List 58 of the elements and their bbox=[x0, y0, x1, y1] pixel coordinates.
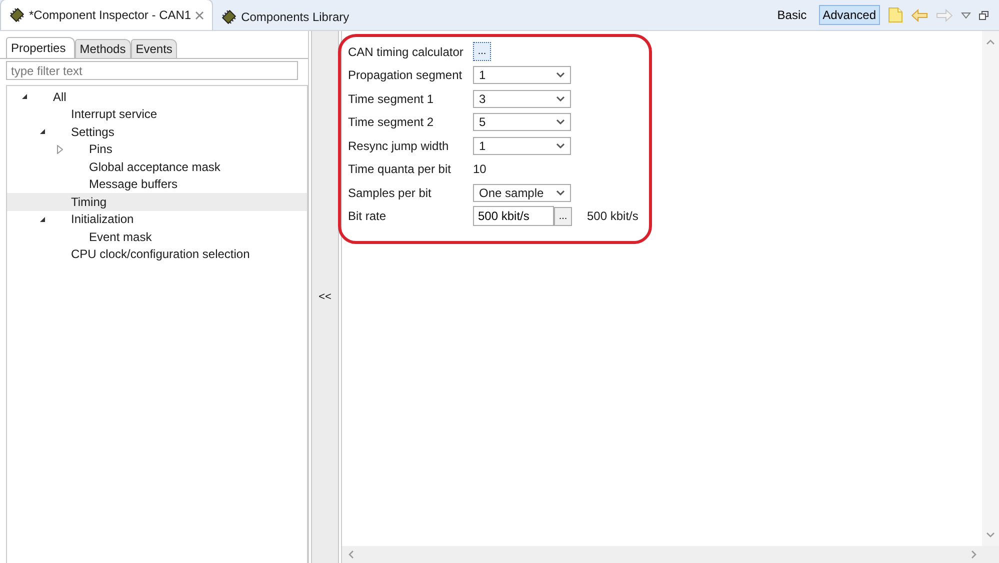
expanded-icon[interactable] bbox=[21, 93, 28, 100]
dropdown[interactable]: 3 bbox=[473, 90, 571, 108]
view-menu-icon[interactable] bbox=[961, 12, 971, 18]
view-mode-button[interactable]: Basic bbox=[773, 5, 811, 25]
property-value: 500 kbit/s bbox=[587, 209, 638, 224]
chevron-up-icon[interactable] bbox=[986, 39, 995, 45]
dropdown[interactable]: 1 bbox=[473, 136, 571, 155]
close-icon[interactable] bbox=[195, 10, 204, 20]
tree-item[interactable]: Pins bbox=[7, 140, 307, 158]
property-label: Time segment 2 bbox=[348, 115, 435, 130]
chevron-right-icon[interactable] bbox=[971, 550, 977, 559]
tab[interactable]: Properties bbox=[6, 37, 75, 58]
tree-item[interactable]: Interrupt service bbox=[7, 106, 307, 123]
chevron-down-icon bbox=[556, 190, 565, 196]
chevron-down-icon[interactable] bbox=[986, 532, 995, 538]
tab[interactable]: Events bbox=[130, 39, 178, 58]
expanded-icon[interactable] bbox=[39, 128, 46, 136]
dropdown[interactable]: One sample bbox=[473, 184, 571, 202]
tree-item[interactable]: Initialization bbox=[7, 210, 307, 228]
property-label: Propagation segment bbox=[348, 68, 464, 82]
tree-item[interactable]: CPU clock/configuration selection bbox=[7, 246, 307, 263]
editor-tab[interactable]: *Component Inspector - CAN1 bbox=[0, 0, 214, 30]
ellipsis-button[interactable]: ... bbox=[473, 42, 491, 62]
property-label: Time segment 1 bbox=[348, 92, 435, 106]
expanded-icon[interactable] bbox=[39, 216, 46, 223]
forward-arrow-icon[interactable] bbox=[936, 8, 953, 22]
chevron-down-icon bbox=[556, 119, 565, 126]
input-field[interactable]: 500 kbit/s bbox=[473, 206, 554, 226]
property-label: Resync jump width bbox=[348, 138, 450, 153]
ellipsis-button[interactable]: ... bbox=[554, 206, 572, 226]
tree-item[interactable]: Settings bbox=[7, 123, 307, 140]
tab[interactable]: Methods bbox=[74, 39, 131, 58]
horizontal-scrollbar[interactable] bbox=[342, 546, 999, 563]
chevron-down-icon bbox=[556, 96, 565, 102]
tree-item[interactable]: Event mask bbox=[7, 228, 307, 246]
editor-tab[interactable]: Components Library bbox=[213, 4, 358, 30]
filter-field[interactable]: type filter text bbox=[6, 61, 298, 80]
collapsed-icon[interactable] bbox=[57, 144, 63, 154]
dropdown[interactable]: 5 bbox=[473, 113, 571, 132]
tree-item[interactable]: Global acceptance mask bbox=[7, 158, 307, 176]
dropdown[interactable]: 1 bbox=[473, 66, 571, 84]
property-label: Bit rate bbox=[348, 209, 388, 224]
back-arrow-icon[interactable] bbox=[911, 8, 928, 22]
chevron-down-icon bbox=[556, 142, 565, 149]
tree-item[interactable]: Timing bbox=[7, 193, 307, 210]
property-label: Time quanta per bit bbox=[348, 162, 452, 176]
restore-icon[interactable] bbox=[979, 10, 989, 20]
property-label: Samples per bit bbox=[348, 186, 432, 200]
vertical-scrollbar[interactable] bbox=[982, 31, 999, 546]
view-mode-button[interactable]: Advanced bbox=[818, 5, 880, 25]
note-icon[interactable] bbox=[888, 7, 903, 23]
chevron-left-icon[interactable] bbox=[348, 550, 354, 559]
tree-item[interactable]: All bbox=[7, 88, 307, 106]
property-label: CAN timing calculator bbox=[348, 44, 464, 59]
collapse-button[interactable]: << bbox=[311, 31, 339, 563]
tree-item[interactable]: Message buffers bbox=[7, 176, 307, 193]
chevron-down-icon bbox=[556, 72, 565, 78]
property-value: 10 bbox=[473, 162, 486, 176]
